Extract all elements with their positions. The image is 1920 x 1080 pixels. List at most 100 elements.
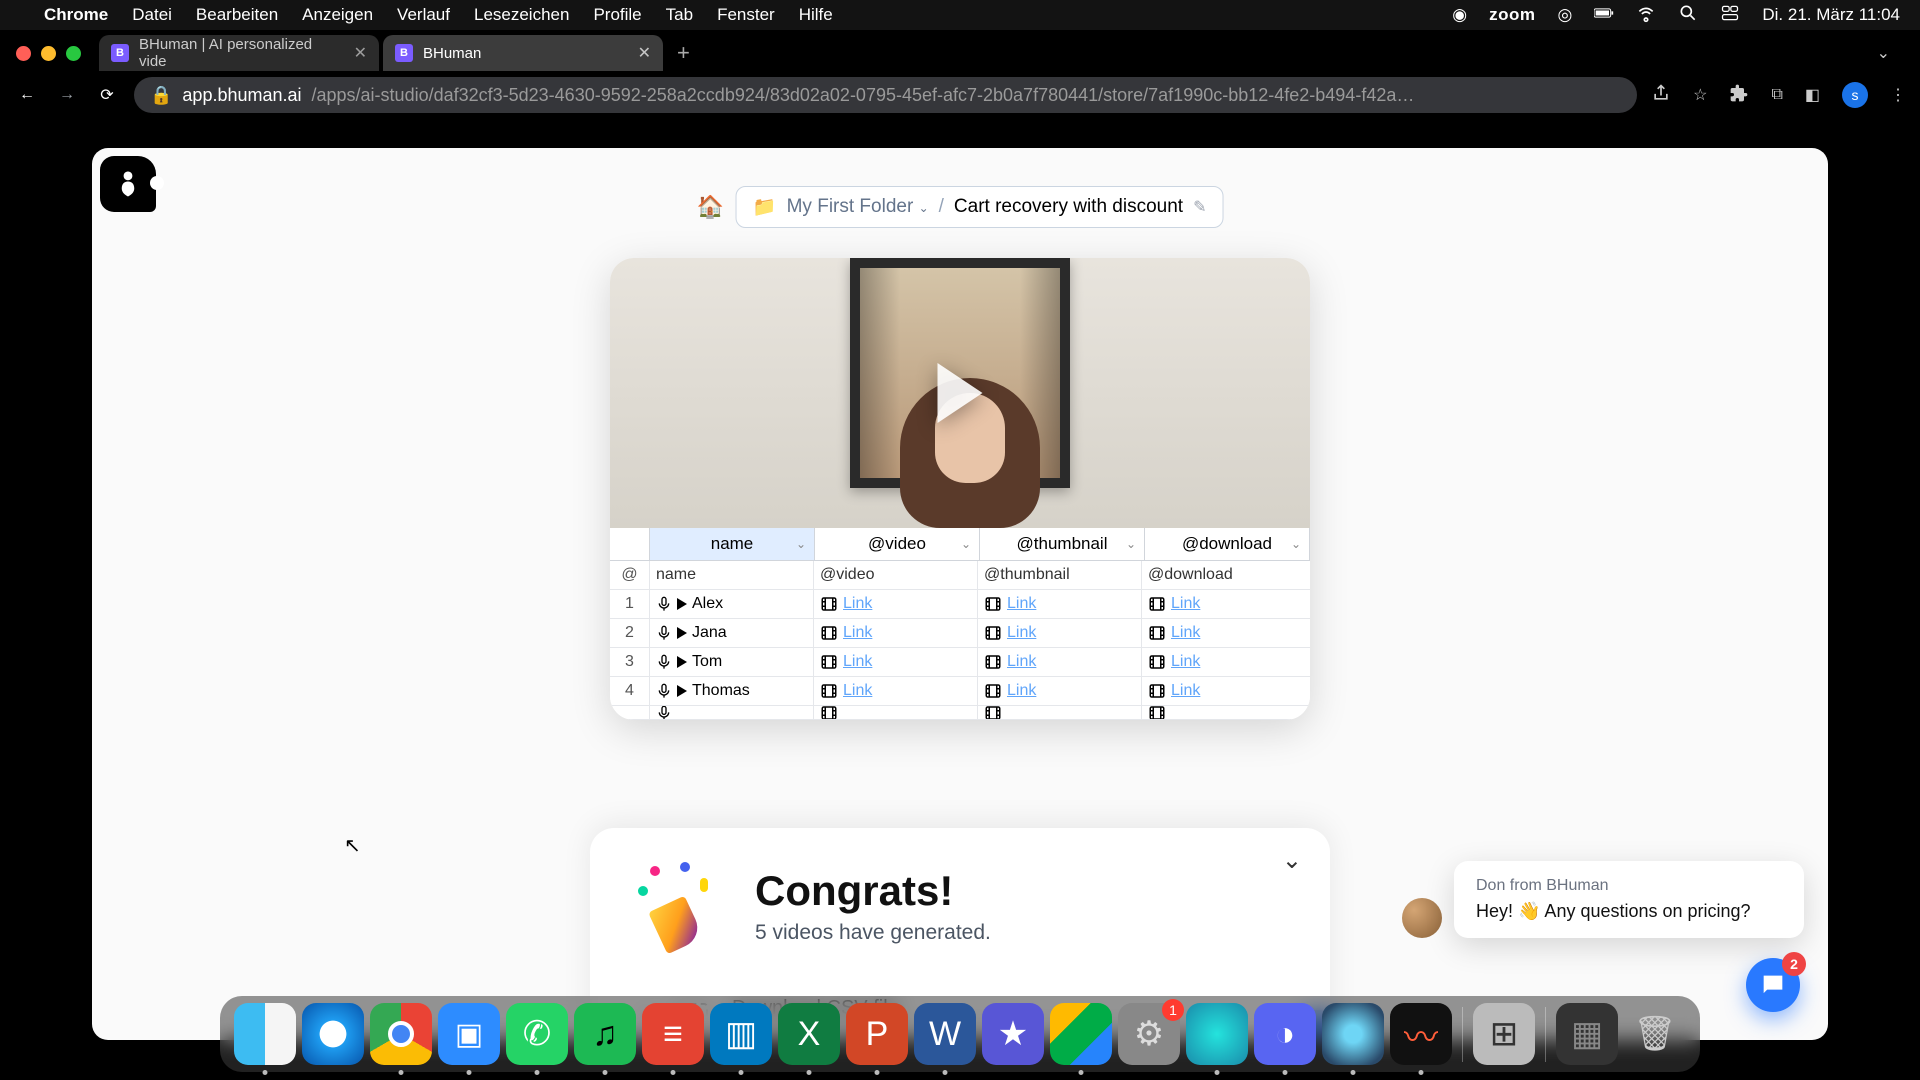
profile-avatar-button[interactable]: s — [1842, 82, 1868, 108]
menubar-app-name[interactable]: Chrome — [44, 5, 108, 25]
close-tab-icon[interactable]: ✕ — [638, 43, 651, 63]
cell-download[interactable]: Link — [1142, 648, 1306, 676]
cell-video[interactable]: Link — [814, 677, 978, 705]
dock-trash[interactable]: 🗑 — [1624, 1003, 1686, 1065]
minimize-window-button[interactable] — [41, 46, 56, 61]
tabs-overflow-button[interactable]: ⌄ — [1877, 43, 1910, 63]
wifi-icon[interactable] — [1636, 3, 1656, 28]
chat-launcher-button[interactable]: 2 — [1746, 958, 1800, 1012]
dock-trello[interactable]: ▥ — [710, 1003, 772, 1065]
link-text[interactable]: Link — [1007, 624, 1036, 642]
cell-video[interactable]: Link — [814, 648, 978, 676]
browser-menu-icon[interactable]: ⋮ — [1890, 85, 1906, 105]
dock-imovie[interactable]: ★ — [982, 1003, 1044, 1065]
cell-download[interactable]: Link — [1142, 619, 1306, 647]
forward-button[interactable]: → — [54, 82, 80, 108]
play-icon[interactable] — [938, 363, 983, 423]
share-icon[interactable] — [1651, 83, 1671, 108]
dock-quicktime[interactable] — [1322, 1003, 1384, 1065]
cell-name[interactable]: Jana — [650, 619, 814, 647]
play-icon[interactable] — [677, 656, 687, 668]
reload-button[interactable]: ⟳ — [94, 82, 120, 108]
dock-zoom[interactable]: ▣ — [438, 1003, 500, 1065]
dock-google-drive[interactable] — [1050, 1003, 1112, 1065]
cell-thumbnail[interactable]: Link — [978, 648, 1142, 676]
dock-voice-memos[interactable]: 〰 — [1390, 1003, 1452, 1065]
column-tab-video[interactable]: @video⌄ — [815, 528, 980, 560]
cell-name[interactable]: Thomas — [650, 677, 814, 705]
tab-1[interactable]: B BHuman | AI personalized vide ✕ — [99, 35, 379, 71]
chat-message-box[interactable]: Don from BHuman Hey! 👋 Any questions on … — [1454, 861, 1804, 938]
dock-chrome[interactable] — [370, 1003, 432, 1065]
link-text[interactable]: Link — [1007, 595, 1036, 613]
video-preview[interactable] — [610, 258, 1310, 528]
screen-record-icon[interactable]: ◎ — [1558, 5, 1573, 25]
back-button[interactable]: ← — [14, 82, 40, 108]
link-text[interactable]: Link — [843, 624, 872, 642]
tab-2[interactable]: B BHuman ✕ — [383, 35, 663, 71]
address-bar[interactable]: 🔒 app.bhuman.ai/apps/ai-studio/daf32cf3-… — [134, 77, 1637, 113]
close-window-button[interactable] — [16, 46, 31, 61]
close-tab-icon[interactable]: ✕ — [354, 43, 367, 63]
zoom-status[interactable]: zoom — [1489, 5, 1535, 25]
dock-app-unknown[interactable] — [1186, 1003, 1248, 1065]
menu-anzeigen[interactable]: Anzeigen — [302, 5, 373, 25]
cell-download[interactable]: Link — [1142, 590, 1306, 618]
dock-word[interactable]: W — [914, 1003, 976, 1065]
battery-icon[interactable] — [1594, 3, 1614, 28]
extensions-icon[interactable] — [1729, 83, 1749, 108]
dock-recents[interactable]: ▦ — [1556, 1003, 1618, 1065]
cell-download[interactable]: Link — [1142, 677, 1306, 705]
menu-hilfe[interactable]: Hilfe — [799, 5, 833, 25]
dock-todoist[interactable]: ≡ — [642, 1003, 704, 1065]
link-text[interactable]: Link — [843, 595, 872, 613]
cell-name[interactable]: Tom — [650, 648, 814, 676]
link-text[interactable]: Link — [1171, 682, 1200, 700]
link-text[interactable]: Link — [1007, 653, 1036, 671]
cell-name[interactable]: Alex — [650, 590, 814, 618]
new-tab-button[interactable]: + — [667, 40, 700, 66]
control-center-icon[interactable] — [1720, 3, 1740, 28]
bookmark-star-icon[interactable]: ☆ — [1693, 85, 1707, 105]
record-icon[interactable]: ◉ — [1452, 5, 1467, 25]
menu-lesezeichen[interactable]: Lesezeichen — [474, 5, 569, 25]
dock-excel[interactable]: X — [778, 1003, 840, 1065]
menu-profile[interactable]: Profile — [593, 5, 641, 25]
cell-thumbnail[interactable]: Link — [978, 619, 1142, 647]
cell-thumbnail[interactable]: Link — [978, 590, 1142, 618]
menubar-datetime[interactable]: Di. 21. März 11:04 — [1762, 5, 1900, 25]
link-text[interactable]: Link — [1171, 624, 1200, 642]
collapse-panel-icon[interactable]: ⌄ — [1282, 846, 1302, 875]
app-logo[interactable] — [100, 156, 156, 212]
link-text[interactable]: Link — [843, 653, 872, 671]
column-tab-name[interactable]: name⌄ — [650, 528, 815, 560]
breadcrumb-folder[interactable]: My First Folder ⌄ — [787, 196, 929, 218]
dock-system-settings[interactable]: ⚙1 — [1118, 1003, 1180, 1065]
reading-list-icon[interactable]: ⧉ — [1771, 86, 1782, 104]
cell-thumbnail[interactable]: Link — [978, 677, 1142, 705]
play-icon[interactable] — [677, 685, 687, 697]
link-text[interactable]: Link — [1171, 653, 1200, 671]
side-panel-icon[interactable]: ◧ — [1805, 85, 1820, 105]
play-icon[interactable] — [677, 627, 687, 639]
menu-datei[interactable]: Datei — [132, 5, 172, 25]
dock-whatsapp[interactable]: ✆ — [506, 1003, 568, 1065]
menu-fenster[interactable]: Fenster — [717, 5, 775, 25]
dock-powerpoint[interactable]: P — [846, 1003, 908, 1065]
menu-bearbeiten[interactable]: Bearbeiten — [196, 5, 278, 25]
cell-video[interactable]: Link — [814, 590, 978, 618]
dock-discord[interactable]: ◑ — [1254, 1003, 1316, 1065]
cell-video[interactable]: Link — [814, 619, 978, 647]
search-icon[interactable] — [1678, 3, 1698, 28]
dock-spotify[interactable]: ♫ — [574, 1003, 636, 1065]
menu-verlauf[interactable]: Verlauf — [397, 5, 450, 25]
menu-tab[interactable]: Tab — [666, 5, 693, 25]
edit-icon[interactable]: ✎ — [1193, 197, 1206, 217]
dock-safari[interactable] — [302, 1003, 364, 1065]
column-tab-thumbnail[interactable]: @thumbnail⌄ — [980, 528, 1145, 560]
maximize-window-button[interactable] — [66, 46, 81, 61]
column-tab-download[interactable]: @download⌄ — [1145, 528, 1310, 560]
link-text[interactable]: Link — [843, 682, 872, 700]
dock-calculator[interactable]: ⊞ — [1473, 1003, 1535, 1065]
home-icon[interactable]: 🏠 — [697, 194, 724, 220]
